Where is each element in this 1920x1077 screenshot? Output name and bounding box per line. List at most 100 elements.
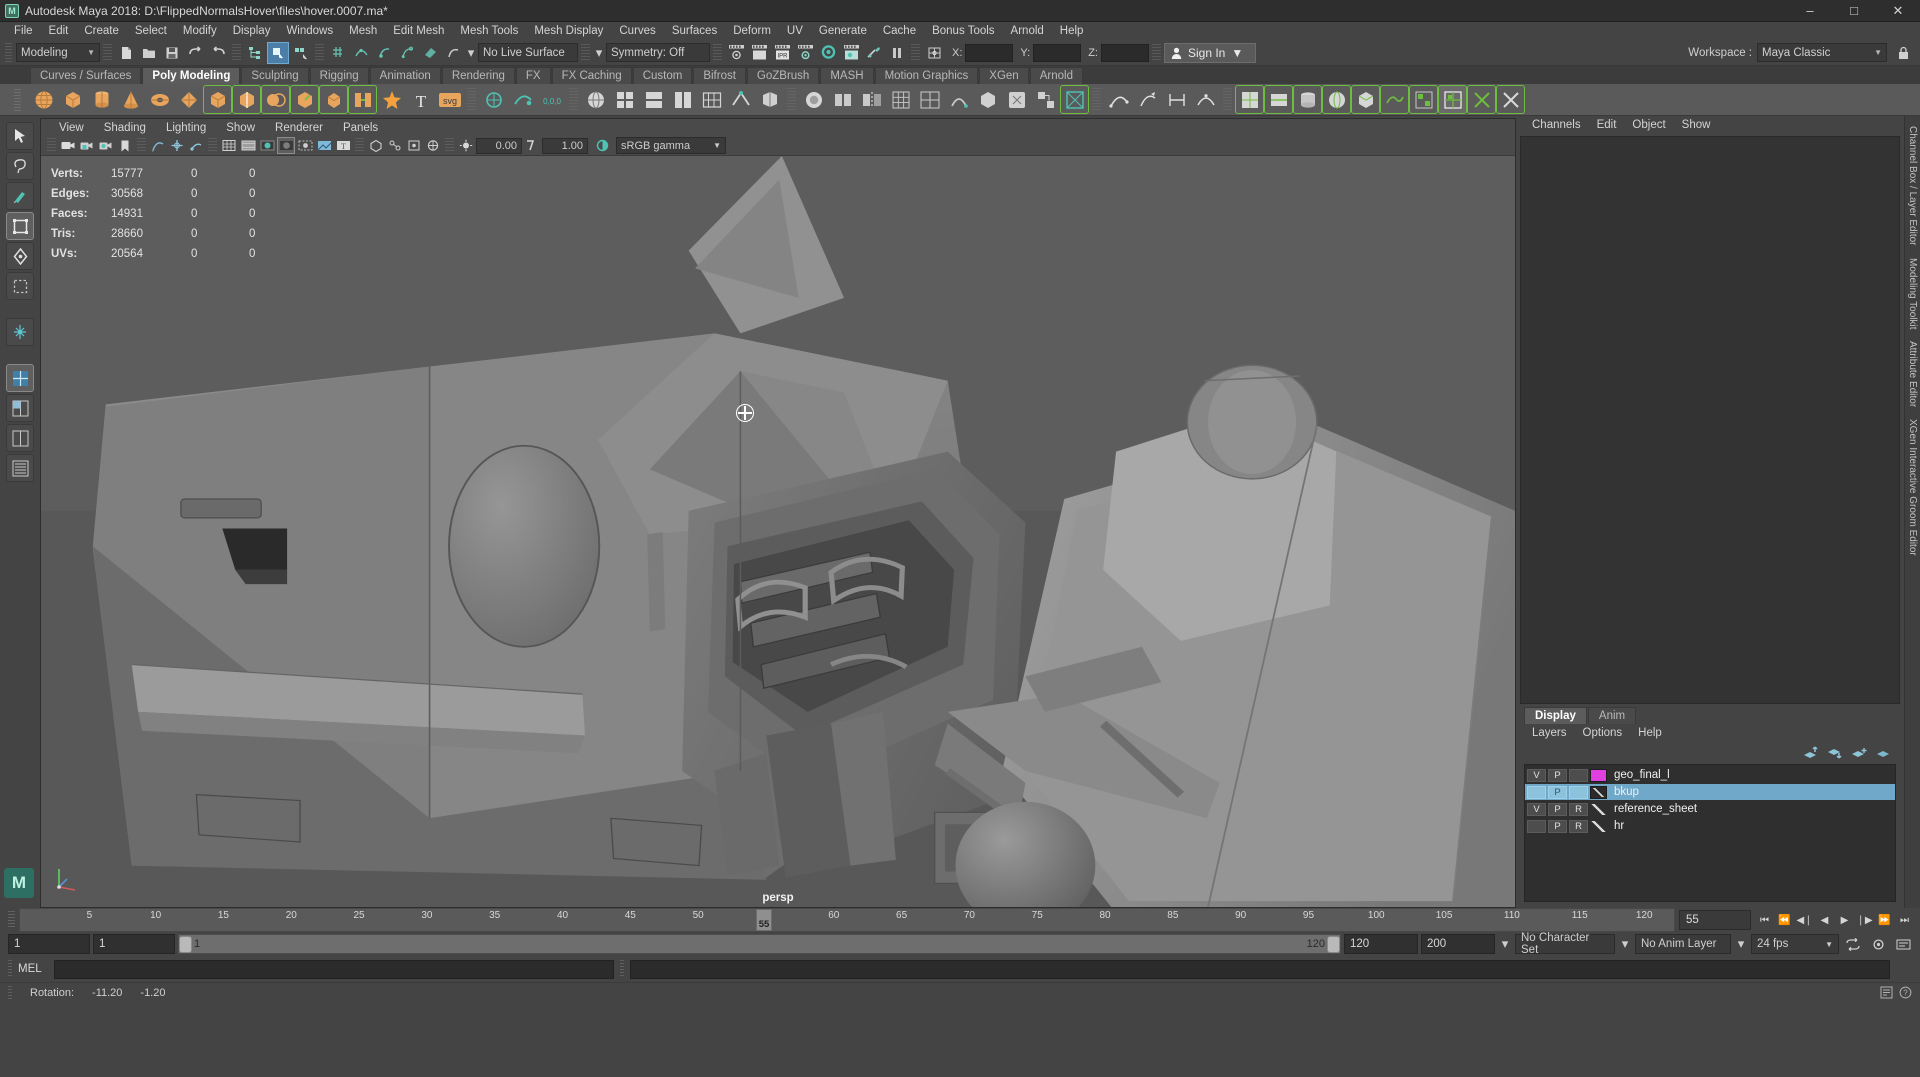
select-by-component-type-icon[interactable] bbox=[290, 42, 312, 64]
poly-cone-icon[interactable] bbox=[117, 86, 144, 113]
layer-row-geo-final-l[interactable]: V P geo_final_l bbox=[1525, 767, 1895, 783]
close-button[interactable]: ✕ bbox=[1876, 0, 1920, 22]
film-gate-icon[interactable] bbox=[187, 137, 205, 154]
multi-cut-icon[interactable] bbox=[640, 86, 667, 113]
layer-menu-help[interactable]: Help bbox=[1630, 727, 1670, 739]
layer-name[interactable]: reference_sheet bbox=[1609, 803, 1697, 815]
script-language-label[interactable]: MEL bbox=[18, 963, 48, 975]
layer-name[interactable]: bkup bbox=[1609, 786, 1639, 798]
snap-to-grid-icon[interactable] bbox=[327, 42, 349, 64]
layer-color-swatch[interactable] bbox=[1590, 803, 1607, 816]
layer-row-reference-sheet[interactable]: V P R reference_sheet bbox=[1525, 801, 1895, 817]
statusline-grip[interactable] bbox=[5, 43, 12, 63]
menu-mesh-tools[interactable]: Mesh Tools bbox=[452, 22, 526, 40]
shelf-tab-rigging[interactable]: Rigging bbox=[310, 67, 369, 84]
poly-sphere-icon[interactable] bbox=[30, 86, 57, 113]
3d-viewport[interactable]: Verts: 15777 0 0 Edges: 30568 0 0 Fa bbox=[41, 156, 1515, 907]
snap-to-projected-center-icon[interactable] bbox=[396, 42, 418, 64]
render-settings-icon[interactable] bbox=[794, 42, 816, 64]
rotate-tool-icon[interactable] bbox=[6, 242, 34, 270]
range-end-field[interactable]: 200 bbox=[1421, 934, 1495, 954]
arc-tool-icon[interactable] bbox=[1192, 86, 1219, 113]
camera-attributes-icon[interactable] bbox=[97, 137, 115, 154]
poly-cube-icon[interactable] bbox=[59, 86, 86, 113]
playhead[interactable]: 55 bbox=[756, 909, 772, 931]
anim-start-field[interactable]: 1 bbox=[93, 934, 175, 954]
menu-select[interactable]: Select bbox=[127, 22, 175, 40]
bevel-icon[interactable] bbox=[320, 86, 347, 113]
range-end-handle[interactable] bbox=[1327, 936, 1340, 953]
step-forward-frame-icon[interactable]: ❘▶ bbox=[1855, 911, 1874, 930]
move-layer-up-icon[interactable] bbox=[1803, 746, 1820, 761]
anim-end-field[interactable]: 120 bbox=[1344, 934, 1418, 954]
image-plane-icon[interactable] bbox=[149, 137, 167, 154]
isolate-select-icon[interactable] bbox=[424, 137, 442, 154]
shelf-tab-arnold[interactable]: Arnold bbox=[1030, 67, 1083, 84]
svg-tool-icon[interactable]: svg bbox=[436, 86, 463, 113]
live-surface-dropdown-icon[interactable]: ▾ bbox=[465, 42, 477, 64]
render-sequence-icon[interactable] bbox=[748, 42, 770, 64]
layer-row-bkup[interactable]: P bkup bbox=[1525, 784, 1895, 800]
wireframe-shading-icon[interactable] bbox=[220, 137, 238, 154]
viewport-menu-view[interactable]: View bbox=[49, 122, 94, 134]
menu-create[interactable]: Create bbox=[76, 22, 127, 40]
current-frame-field[interactable]: 55 bbox=[1679, 910, 1751, 930]
channelbox-menu-show[interactable]: Show bbox=[1674, 119, 1719, 131]
viewport-menu-panels[interactable]: Panels bbox=[333, 122, 388, 134]
menu-bonus-tools[interactable]: Bonus Tools bbox=[924, 22, 1002, 40]
shelf-tab-gozbrush[interactable]: GoZBrush bbox=[747, 67, 819, 84]
shaded-wireframe-icon[interactable] bbox=[239, 137, 257, 154]
character-set-dropdown-icon[interactable]: ▾ bbox=[1618, 933, 1632, 955]
channelbox-menu-object[interactable]: Object bbox=[1624, 119, 1673, 131]
new-layer-from-selected-icon[interactable] bbox=[1875, 746, 1892, 761]
menu-curves[interactable]: Curves bbox=[611, 22, 663, 40]
poly-plane-icon[interactable] bbox=[175, 86, 202, 113]
layer-display-type-toggle[interactable] bbox=[1569, 786, 1588, 799]
pencil-curve-icon[interactable] bbox=[1134, 86, 1161, 113]
menu-file[interactable]: File bbox=[6, 22, 41, 40]
menuset-selector[interactable]: Modeling ▼ bbox=[16, 43, 100, 62]
scale-tool-icon[interactable] bbox=[6, 272, 34, 300]
crease-tool-icon[interactable] bbox=[727, 86, 754, 113]
maximize-button[interactable]: □ bbox=[1832, 0, 1876, 22]
connect-tool-icon[interactable] bbox=[698, 86, 725, 113]
anim-layer-dropdown-icon[interactable]: ▾ bbox=[1734, 933, 1748, 955]
layer-menu-options[interactable]: Options bbox=[1575, 727, 1631, 739]
smooth-tool-icon[interactable] bbox=[509, 86, 536, 113]
text-tool-icon[interactable]: T bbox=[407, 86, 434, 113]
step-forward-keyframe-icon[interactable]: ⏩ bbox=[1875, 911, 1894, 930]
uv-snapshot-icon[interactable] bbox=[1439, 86, 1466, 113]
mirror-geometry-icon[interactable] bbox=[858, 86, 885, 113]
tab-display-layers[interactable]: Display bbox=[1524, 707, 1587, 724]
workspace-lock-icon[interactable] bbox=[1892, 42, 1914, 64]
quad-draw-icon[interactable] bbox=[611, 86, 638, 113]
resolution-gate-icon[interactable] bbox=[168, 137, 186, 154]
step-back-keyframe-icon[interactable]: ⏪ bbox=[1775, 911, 1794, 930]
fps-selector[interactable]: 24 fps ▼ bbox=[1751, 934, 1839, 954]
smooth-shade-icon[interactable] bbox=[258, 137, 276, 154]
side-tab-channel-box-layer-editor[interactable]: Channel Box / Layer Editor bbox=[1906, 120, 1919, 252]
layer-name[interactable]: hr bbox=[1609, 820, 1624, 832]
menu-mesh-display[interactable]: Mesh Display bbox=[526, 22, 611, 40]
toggle-display-icon[interactable] bbox=[863, 42, 885, 64]
viewport-menu-show[interactable]: Show bbox=[216, 122, 265, 134]
measure-tool-icon[interactable] bbox=[1163, 86, 1190, 113]
side-tab-xgen-groom-editor[interactable]: XGen Interactive Groom Editor bbox=[1906, 413, 1919, 562]
move-tool-icon[interactable] bbox=[6, 212, 34, 240]
layer-visibility-toggle[interactable]: V bbox=[1527, 769, 1546, 782]
single-perspective-layout-icon[interactable] bbox=[6, 394, 34, 422]
menu-cache[interactable]: Cache bbox=[875, 22, 924, 40]
soft-select-icon[interactable] bbox=[6, 318, 34, 346]
menu-uv[interactable]: UV bbox=[779, 22, 811, 40]
symmetry-field[interactable]: Symmetry: Off bbox=[606, 43, 710, 62]
display-layer-list[interactable]: V P geo_final_l P bkup V P bbox=[1524, 764, 1896, 902]
shelf-tab-rendering[interactable]: Rendering bbox=[442, 67, 515, 84]
layer-color-swatch[interactable] bbox=[1590, 820, 1607, 833]
shelf-tab-curves-surfaces[interactable]: Curves / Surfaces bbox=[30, 67, 141, 84]
uv-planar-icon[interactable] bbox=[1265, 86, 1292, 113]
layer-visibility-toggle[interactable] bbox=[1527, 786, 1546, 799]
help-icon[interactable]: ? bbox=[1899, 986, 1912, 999]
menu-edit-mesh[interactable]: Edit Mesh bbox=[385, 22, 452, 40]
uv-automatic-icon[interactable] bbox=[1352, 86, 1379, 113]
script-editor-icon[interactable] bbox=[1880, 986, 1893, 999]
